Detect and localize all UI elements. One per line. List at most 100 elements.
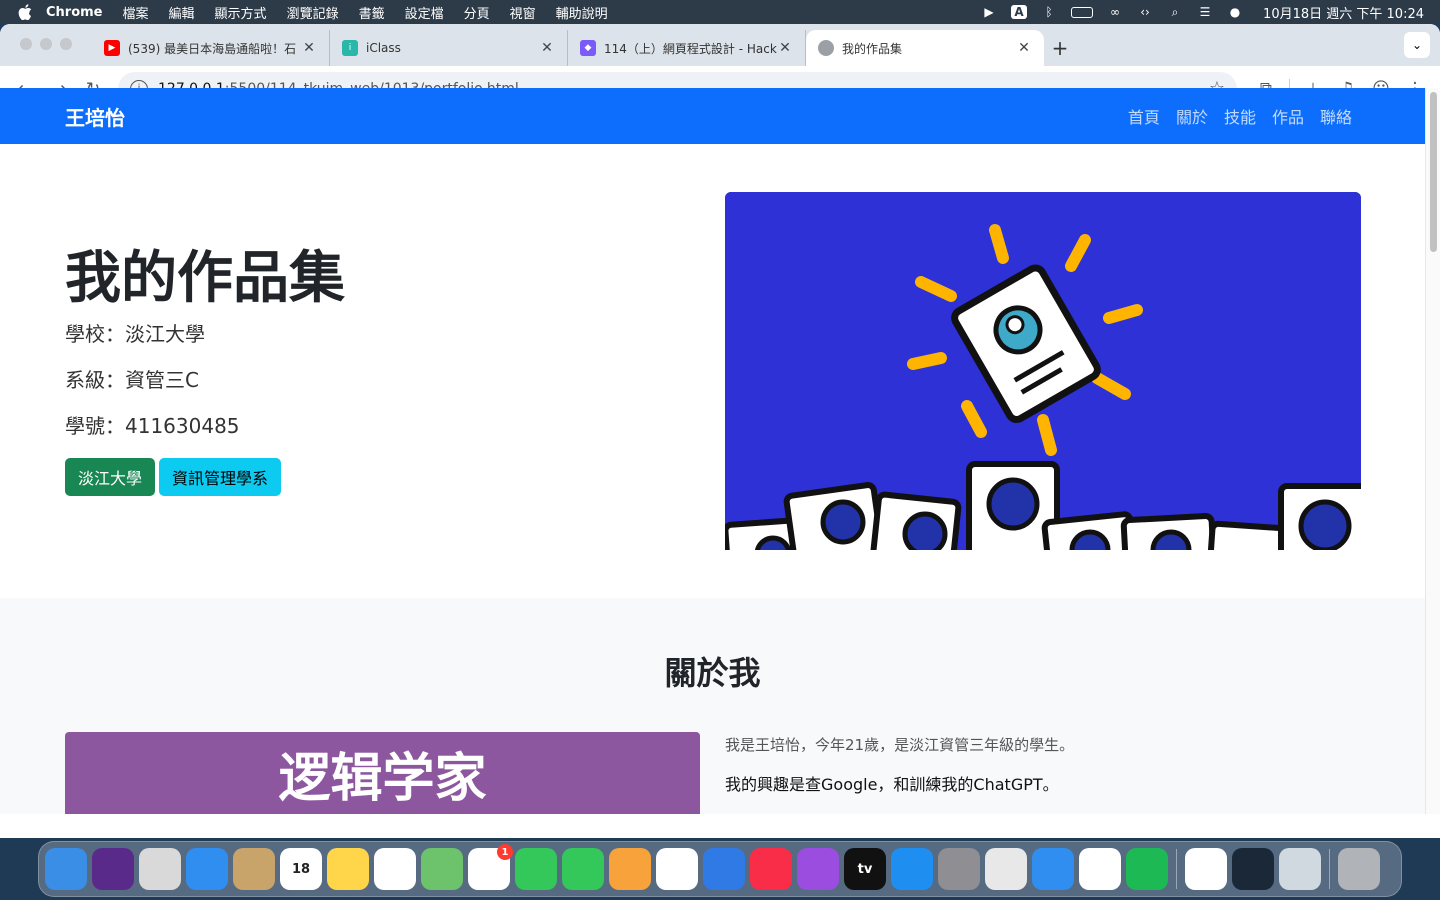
window-controls [20, 38, 72, 50]
about-line-2: 我的興趣是查Google，和訓練我的ChatGPT。 [725, 775, 1059, 794]
tab-strip: ▶ (539) 最美日本海島通船啦！石 ✕ i iClass ✕ ◆ 114（上… [0, 24, 1440, 66]
menu-profiles[interactable]: 設定檔 [405, 3, 444, 22]
trash-icon[interactable] [1338, 848, 1380, 890]
preview-icon[interactable] [1279, 848, 1321, 890]
code-icon[interactable]: ‹› [1137, 5, 1153, 19]
nav-home[interactable]: 首頁 [1128, 104, 1160, 128]
menu-history[interactable]: 瀏覽記錄 [287, 3, 339, 22]
page-scrollbar[interactable] [1425, 88, 1440, 814]
chrome-icon[interactable] [1185, 848, 1227, 890]
siri-icon[interactable] [92, 848, 134, 890]
menu-edit[interactable]: 編輯 [169, 3, 195, 22]
music-icon[interactable] [750, 848, 792, 890]
podcasts-icon[interactable] [797, 848, 839, 890]
cube-app-icon[interactable] [985, 848, 1027, 890]
minimize-window-button[interactable] [40, 38, 52, 50]
menu-help[interactable]: 輔助說明 [556, 3, 608, 22]
launchpad-icon[interactable] [139, 848, 181, 890]
tab-search-button[interactable]: ⌄ [1404, 32, 1430, 58]
menu-bookmarks[interactable]: 書籤 [359, 3, 385, 22]
close-tab-icon[interactable]: ✕ [1016, 40, 1032, 56]
photos-icon[interactable]: 1 [468, 844, 513, 890]
keynote-icon[interactable] [703, 848, 745, 890]
notes-icon[interactable] [327, 848, 369, 890]
tab-portfolio[interactable]: 我的作品集 ✕ [806, 30, 1044, 66]
vscode-icon[interactable] [1079, 848, 1121, 890]
system-settings-icon[interactable] [938, 848, 980, 890]
hero-illustration [725, 192, 1361, 550]
department-info: 系級：資管三C [65, 368, 199, 392]
tab-hackmd[interactable]: ◆ 114（上）網頁程式設計 - Hack ✕ [568, 30, 806, 66]
tab-list: ▶ (539) 最美日本海島通船啦！石 ✕ i iClass ✕ ◆ 114（上… [92, 30, 1076, 66]
nav-contact[interactable]: 聯絡 [1320, 104, 1352, 128]
tab-youtube[interactable]: ▶ (539) 最美日本海島通船啦！石 ✕ [92, 30, 330, 66]
input-method-icon[interactable]: A [1011, 5, 1028, 19]
hero-section: 我的作品集 學校：淡江大學 系級：資管三C 學號：411630485 淡江大學 … [0, 144, 1425, 598]
about-text: 我是王培怡，今年21歲，是淡江資管三年級的學生。 我的興趣是查Google，和訓… [725, 734, 1074, 814]
menu-view[interactable]: 顯示方式 [215, 3, 267, 22]
link-icon[interactable]: ∞ [1107, 5, 1123, 19]
finder-icon[interactable] [45, 848, 87, 890]
close-tab-icon[interactable]: ✕ [539, 40, 555, 56]
clock[interactable]: 10月18日 週六 下午 10:24 [1263, 3, 1424, 22]
site-brand[interactable]: 王培怡 [65, 102, 125, 131]
messages-icon[interactable] [515, 848, 557, 890]
reminders-icon[interactable] [374, 848, 416, 890]
notification-badge: 1 [497, 844, 513, 860]
student-id-info: 學號：411630485 [65, 414, 240, 438]
about-image-text: 逻辑学家 [278, 749, 487, 809]
app-store-icon[interactable] [891, 848, 933, 890]
apple-icon[interactable] [18, 4, 32, 20]
zoom-window-button[interactable] [60, 38, 72, 50]
new-tab-button[interactable]: + [1044, 30, 1076, 66]
page-title: 我的作品集 [65, 246, 345, 311]
im-dept-button[interactable]: 資訊管理學系 [159, 458, 282, 496]
hackmd-icon: ◆ [580, 40, 596, 56]
menu-tab[interactable]: 分頁 [464, 3, 490, 22]
tab-title: 我的作品集 [842, 41, 903, 56]
close-tab-icon[interactable]: ✕ [301, 40, 317, 56]
tab-iclass[interactable]: i iClass ✕ [330, 30, 568, 66]
tab-title: iClass [366, 41, 401, 55]
nav-about[interactable]: 關於 [1176, 104, 1208, 128]
about-section: 關於我 逻辑学家 我是王培怡，今年21歲，是淡江資管三年級的學生。 我的興趣是查… [0, 598, 1425, 814]
play-circle-icon[interactable]: ▶ [981, 5, 997, 19]
status-area: ▶ A ᛒ ∞ ‹› ⌕ ☰ ● 10月18日 週六 下午 10:24 [981, 3, 1430, 22]
maps-icon[interactable] [421, 848, 463, 890]
iclass-icon: i [342, 40, 358, 56]
menu-app-name[interactable]: Chrome [46, 5, 103, 20]
nav-links: 首頁 關於 技能 作品 聯絡 [1128, 104, 1360, 128]
menu-window[interactable]: 視窗 [510, 3, 536, 22]
nav-skills[interactable]: 技能 [1224, 104, 1256, 128]
tku-button[interactable]: 淡江大學 [65, 458, 156, 496]
hero-text: 我的作品集 學校：淡江大學 系級：資管三C 學號：411630485 淡江大學 … [65, 244, 345, 496]
apple-tv-icon[interactable]: tv [844, 848, 886, 890]
close-window-button[interactable] [20, 38, 32, 50]
spotify-icon[interactable] [1126, 848, 1168, 890]
facetime-icon[interactable] [562, 848, 604, 890]
steam-icon[interactable] [1232, 848, 1274, 890]
control-center-icon[interactable]: ☰ [1197, 5, 1213, 19]
portfolio-illustration [725, 192, 1361, 550]
school-info: 學校：淡江大學 [65, 322, 205, 346]
menu-file[interactable]: 檔案 [123, 3, 149, 22]
numbers-icon[interactable] [656, 848, 698, 890]
bluetooth-icon[interactable]: ᛒ [1041, 5, 1057, 19]
scrollbar-thumb[interactable] [1430, 92, 1437, 252]
about-heading: 關於我 [664, 654, 761, 692]
safari-icon[interactable] [1032, 848, 1074, 890]
search-icon[interactable]: ⌕ [1167, 5, 1183, 19]
mail-icon[interactable] [186, 848, 228, 890]
pages-icon[interactable] [609, 848, 651, 890]
tab-title: (539) 最美日本海島通船啦！石 [128, 41, 297, 56]
battery-icon[interactable] [1071, 6, 1094, 18]
siri-icon[interactable]: ● [1227, 5, 1243, 19]
dock-divider [1329, 849, 1330, 889]
dock-app-label: 18 [291, 861, 311, 877]
about-image: 逻辑学家 [65, 732, 700, 814]
nav-works[interactable]: 作品 [1272, 104, 1304, 128]
calendar-icon[interactable]: 18 [280, 848, 322, 890]
dock-app-label: tv [857, 861, 873, 877]
close-tab-icon[interactable]: ✕ [777, 40, 793, 56]
contacts-icon[interactable] [233, 848, 275, 890]
